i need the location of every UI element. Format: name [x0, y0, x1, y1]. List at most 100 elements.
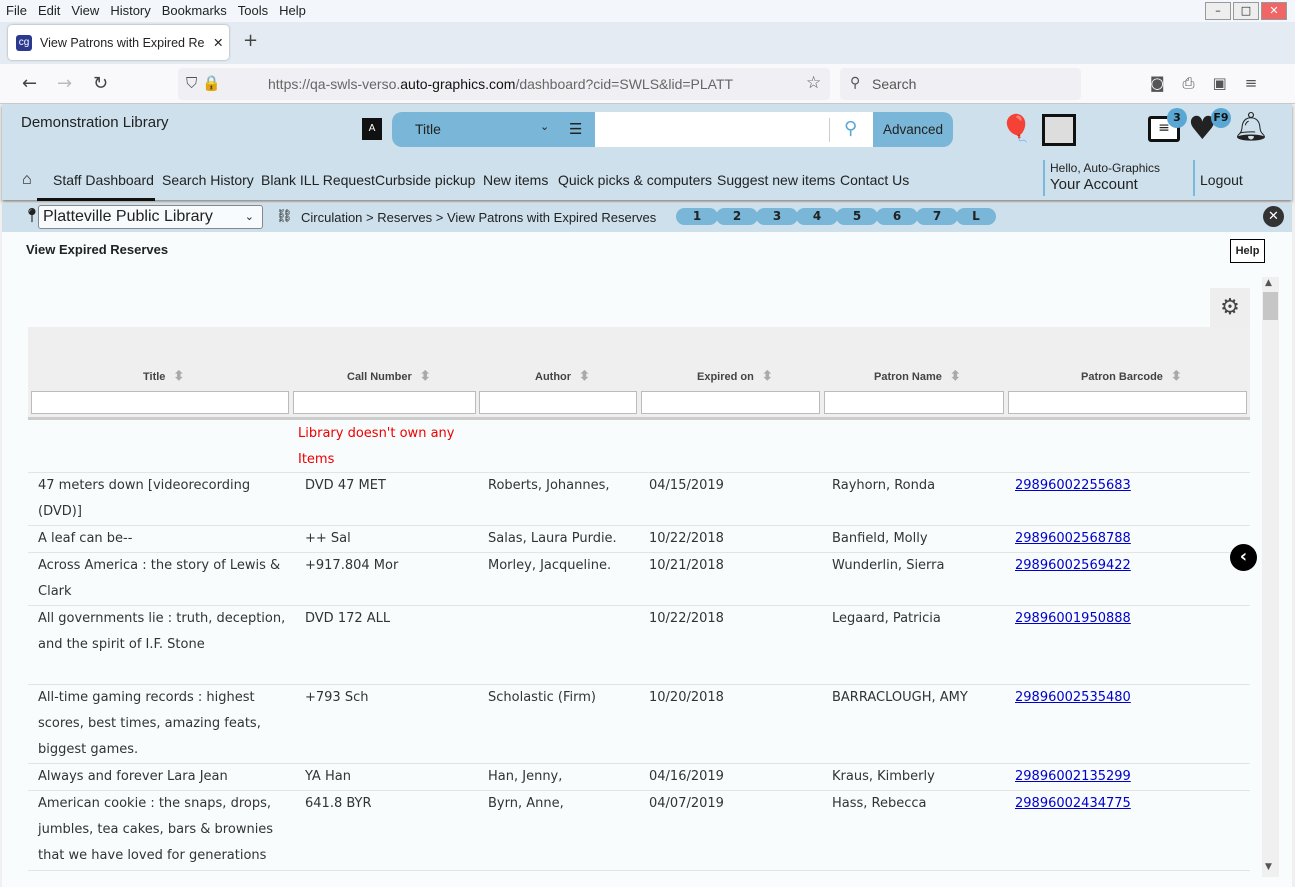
- database-icon[interactable]: ☰: [569, 120, 582, 138]
- cell-author: Byrn, Anne,: [488, 796, 564, 811]
- advanced-search-button[interactable]: Advanced: [873, 112, 953, 147]
- patron-barcode-link[interactable]: 29896002568788: [1015, 531, 1131, 546]
- forward-button[interactable]: →: [57, 73, 72, 94]
- column-header-call-number[interactable]: Call Number ⬍: [347, 368, 431, 384]
- cell-author: Scholastic (Firm): [488, 690, 596, 705]
- nav-quick-picks[interactable]: Quick picks & computers: [558, 172, 712, 188]
- gear-icon[interactable]: ⚙: [1210, 288, 1250, 328]
- menu-bookmarks[interactable]: Bookmarks: [162, 3, 227, 18]
- cell-patron: Legaard, Patricia: [832, 611, 941, 626]
- page-button-7[interactable]: 7: [916, 208, 958, 225]
- filter-barcode-input[interactable]: [1008, 391, 1247, 414]
- scrollbar[interactable]: [1262, 277, 1279, 877]
- browser-search-input[interactable]: Search: [840, 68, 1081, 100]
- active-nav-indicator: [37, 198, 155, 201]
- scroll-down-arrow[interactable]: ▼: [1265, 862, 1272, 872]
- nav-new-items[interactable]: New items: [483, 172, 548, 188]
- cell-call: YA Han: [305, 769, 351, 784]
- close-tab-icon[interactable]: ✕: [213, 35, 223, 50]
- cell-barcode: 29896002535480: [1015, 685, 1245, 711]
- sort-icon: ⬍: [579, 368, 590, 383]
- browser-tab[interactable]: cg View Patrons with Expired Reser ✕: [8, 25, 229, 60]
- column-header-patron-barcode[interactable]: Patron Barcode ⬍: [1081, 368, 1182, 384]
- logout-link[interactable]: Logout: [1200, 172, 1243, 188]
- scrollbar-thumb[interactable]: [1263, 292, 1278, 320]
- reload-button[interactable]: ↻: [93, 73, 108, 94]
- column-header-title[interactable]: Title ⬍: [143, 368, 184, 384]
- column-header-author[interactable]: Author ⬍: [535, 368, 590, 384]
- menu-file[interactable]: File: [6, 3, 27, 18]
- url-bar[interactable]: https://qa-swls-verso. auto-graphics.com /…: [178, 68, 830, 100]
- cell-patron: Wunderlin, Sierra: [832, 558, 945, 573]
- patron-barcode-link[interactable]: 29896002434775: [1015, 796, 1131, 811]
- page-button-1[interactable]: 1: [676, 208, 718, 225]
- nav-search-history[interactable]: Search History: [162, 172, 254, 188]
- favorites-badge: F9: [1211, 108, 1231, 128]
- column-header-patron-name[interactable]: Patron Name ⬍: [874, 368, 961, 384]
- table-row: Library doesn't own any Items: [28, 420, 1250, 473]
- catalog-search-icon[interactable]: [1042, 114, 1076, 146]
- page-button-2[interactable]: 2: [716, 208, 758, 225]
- your-account-menu[interactable]: Your Account: [1050, 176, 1138, 193]
- nav-blank-ill-request[interactable]: Blank ILL Request: [261, 172, 375, 188]
- nav-staff-dashboard[interactable]: Staff Dashboard: [53, 172, 154, 188]
- table-row: 47 meters down [videorecording (DVD)] DVD…: [28, 473, 1250, 526]
- page-button-6[interactable]: 6: [876, 208, 918, 225]
- sort-icon: ⬍: [173, 368, 185, 383]
- nav-contact-us[interactable]: Contact Us: [840, 172, 909, 188]
- filter-author-input[interactable]: [479, 391, 637, 414]
- page-button-3[interactable]: 3: [756, 208, 798, 225]
- bookmark-star-icon[interactable]: ☆: [806, 73, 821, 93]
- library-select[interactable]: Platteville Public Library ⌄: [38, 205, 263, 229]
- search-input[interactable]: [595, 112, 873, 147]
- close-icon[interactable]: ✕: [1263, 206, 1284, 227]
- cell-title: A leaf can be--: [38, 531, 133, 546]
- menu-help[interactable]: Help: [279, 3, 306, 18]
- maximize-button[interactable]: □: [1233, 2, 1259, 20]
- patron-barcode-link[interactable]: 29896002255683: [1015, 478, 1131, 493]
- cell-call: DVD 47 MET: [305, 478, 386, 493]
- sort-icon: ⬍: [761, 368, 773, 383]
- nav-suggest-new-items[interactable]: Suggest new items: [717, 172, 835, 188]
- new-tab-button[interactable]: +: [243, 30, 258, 51]
- menu-history[interactable]: History: [110, 3, 150, 18]
- filter-title-input[interactable]: [31, 391, 289, 414]
- close-window-button[interactable]: ✕: [1261, 2, 1287, 20]
- help-button[interactable]: Help: [1230, 239, 1265, 263]
- home-icon[interactable]: ⌂: [22, 171, 32, 189]
- menu-view[interactable]: View: [71, 3, 99, 18]
- table-row: All-time gaming records : highest scores…: [28, 685, 1250, 764]
- search-type-select[interactable]: Title: [415, 121, 441, 137]
- shield-icon[interactable]: ⛉ 🔒: [186, 74, 221, 92]
- cell-barcode: 29896002568788: [1015, 526, 1245, 552]
- filter-patron-name-input[interactable]: [824, 391, 1004, 414]
- menu-edit[interactable]: Edit: [38, 3, 60, 18]
- scroll-up-arrow[interactable]: ▲: [1265, 278, 1272, 288]
- cell-call: +917.804 Mor: [305, 558, 399, 573]
- page-button-5[interactable]: 5: [836, 208, 878, 225]
- table-row: American cookie : the snaps, drops, jumb…: [28, 791, 1250, 871]
- bell-icon[interactable]: 🔔︎: [1233, 110, 1269, 143]
- column-header-expired-on[interactable]: Expired on ⬍: [697, 368, 773, 384]
- nav-curbside-pickup[interactable]: Curbside pickup: [375, 172, 475, 188]
- tab-title: View Patrons with Expired Reser: [40, 35, 205, 50]
- balloon-icon[interactable]: 🎈: [1000, 114, 1032, 144]
- filter-call-number-input[interactable]: [293, 391, 476, 414]
- menu-tools[interactable]: Tools: [238, 3, 268, 18]
- page-button-4[interactable]: 4: [796, 208, 838, 225]
- back-button[interactable]: ←: [22, 73, 37, 94]
- patron-barcode-link[interactable]: 29896001950888: [1015, 611, 1131, 626]
- patron-barcode-link[interactable]: 29896002535480: [1015, 690, 1131, 705]
- filter-expired-input[interactable]: [641, 391, 820, 414]
- minimize-button[interactable]: –: [1205, 2, 1231, 20]
- page-button-last[interactable]: L: [956, 208, 996, 225]
- search-icon[interactable]: ⚲: [844, 118, 857, 139]
- patron-barcode-link[interactable]: 29896002135299: [1015, 769, 1131, 784]
- chevron-left-icon[interactable]: ‹: [1230, 544, 1257, 571]
- cell-barcode: 29896002255683: [1015, 473, 1245, 499]
- cell-author: Morley, Jacqueline.: [488, 558, 612, 573]
- patron-barcode-link[interactable]: 29896002569422: [1015, 558, 1131, 573]
- cell-patron: Kraus, Kimberly: [832, 769, 935, 784]
- language-icon[interactable]: A: [362, 118, 382, 140]
- toolbar-icons[interactable]: ◙⎙▣≡: [1150, 74, 1275, 92]
